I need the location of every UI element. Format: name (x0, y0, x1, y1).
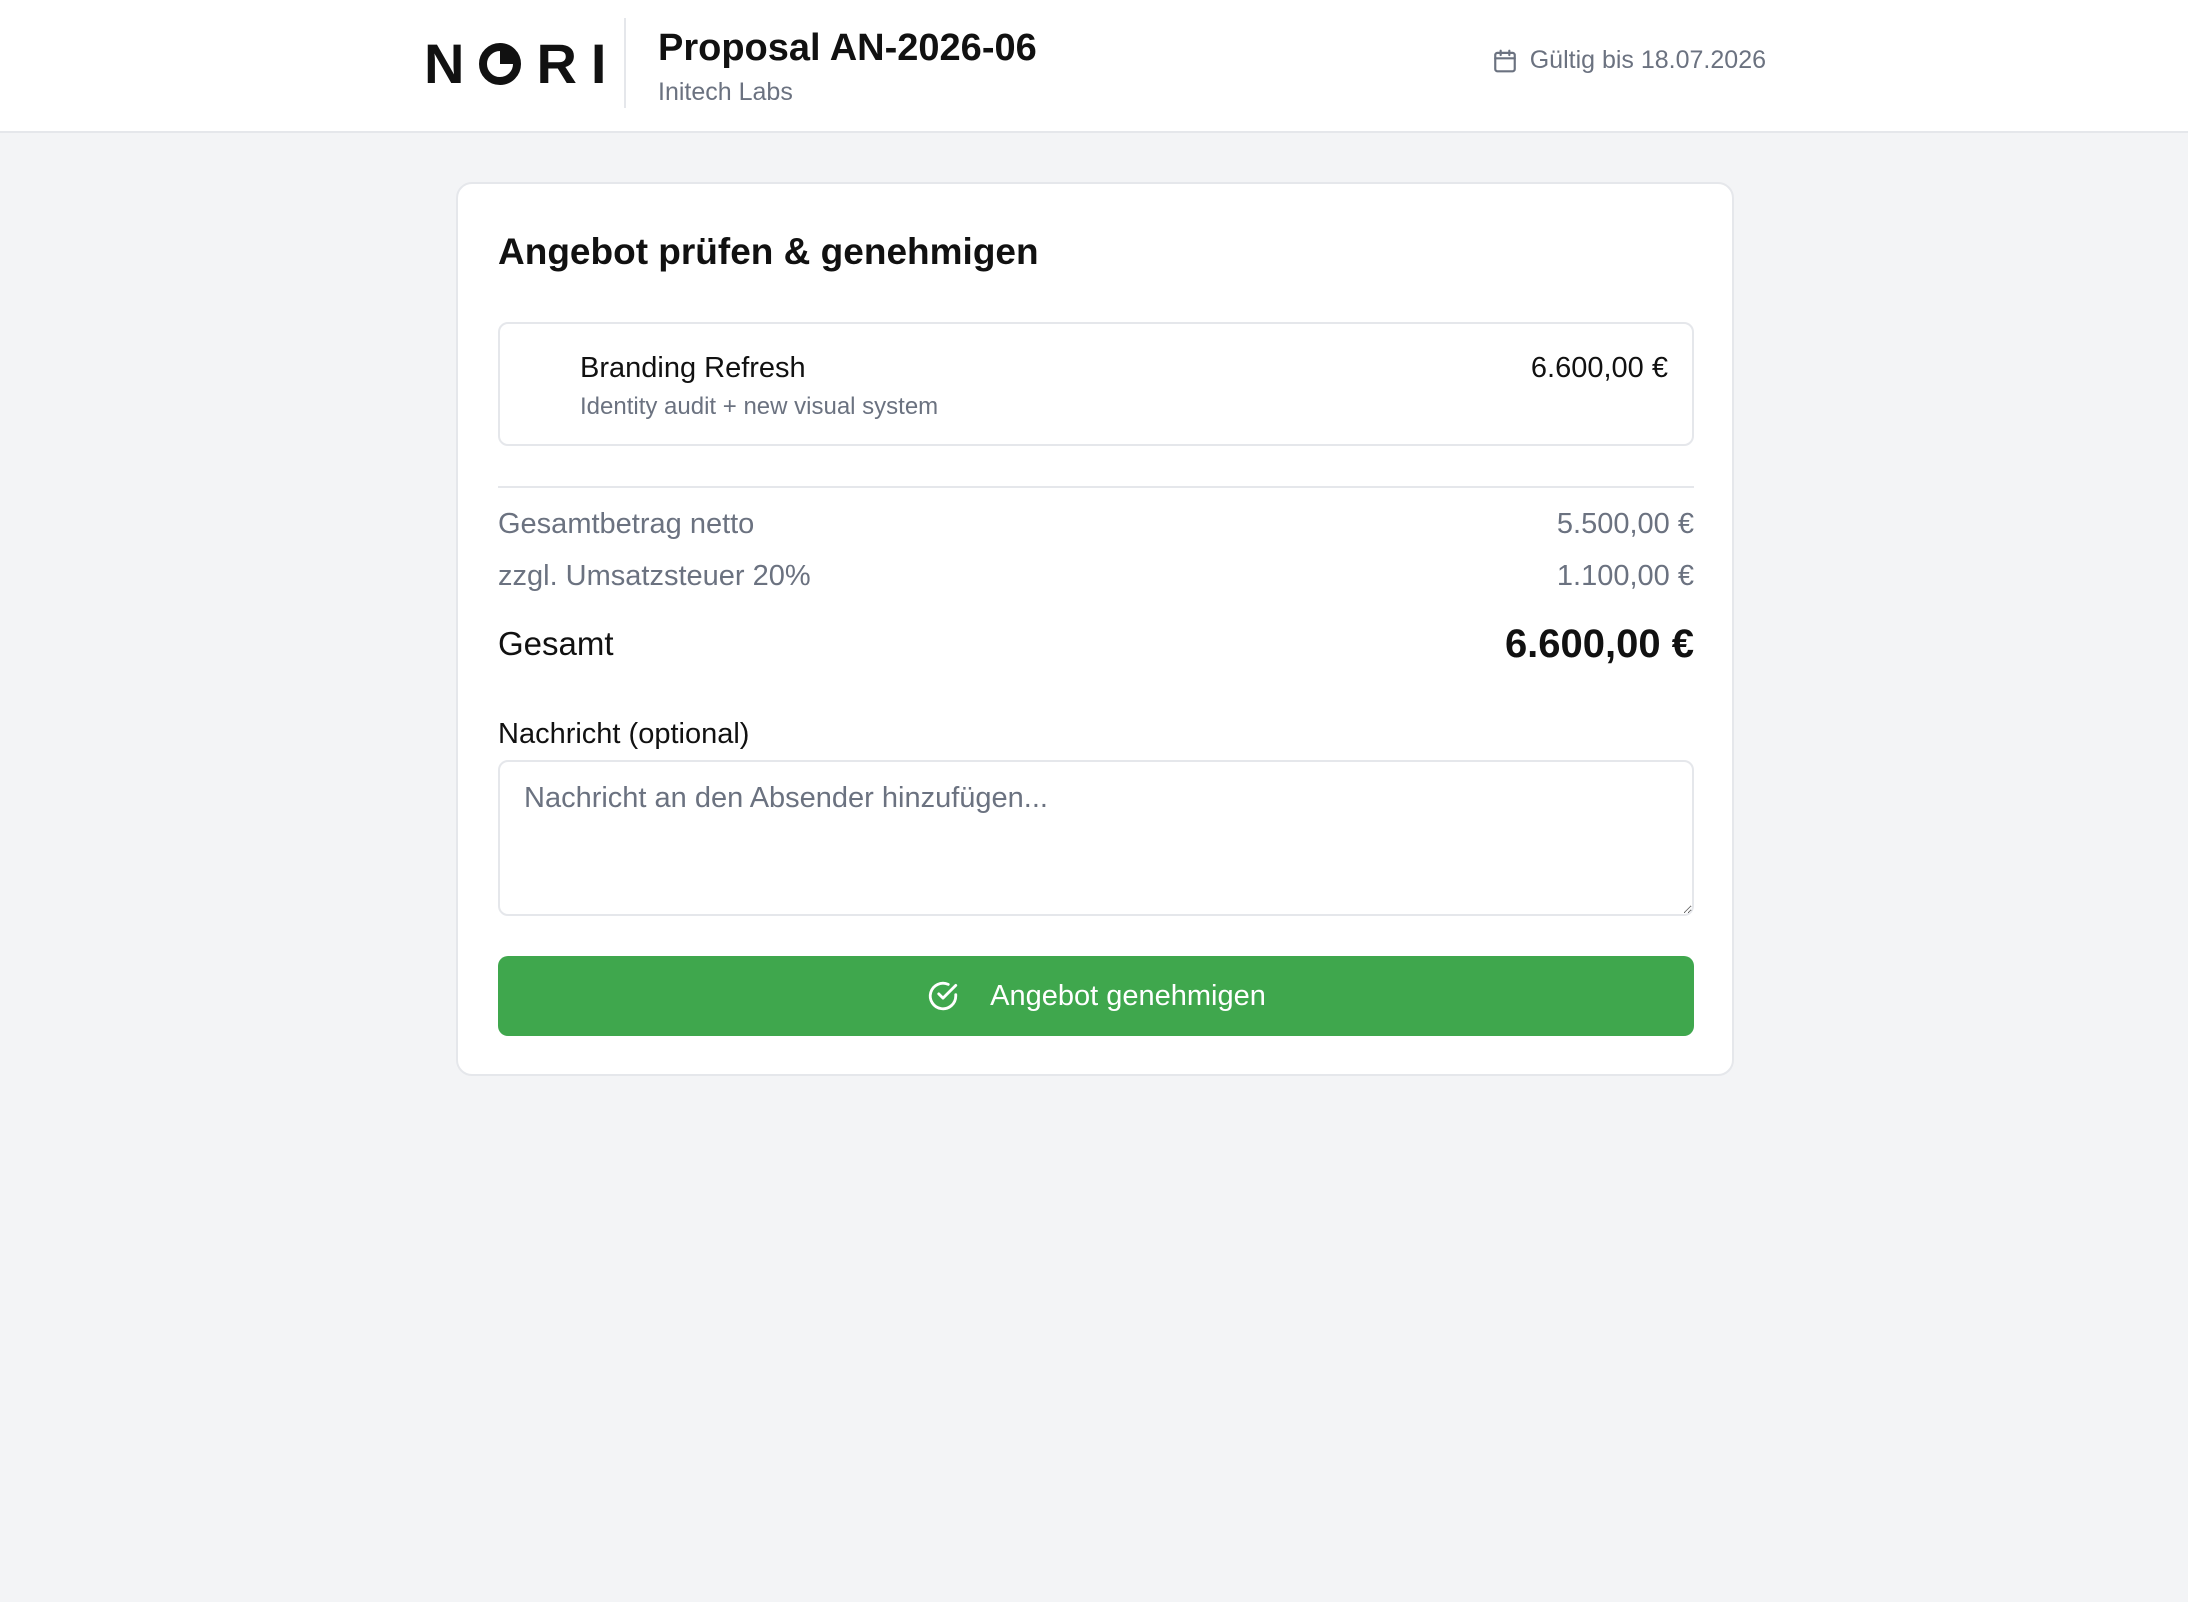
line-item-name: Branding Refresh (580, 352, 806, 384)
tax-value: 1.100,00 € (1556, 559, 1694, 592)
validity-info: Gültig bis 18.07.2026 (1492, 46, 1766, 75)
client-name: Initech Labs (658, 78, 793, 106)
logo-letters-ri: RI (536, 32, 621, 95)
total-label: Gesamt (498, 625, 614, 662)
validity-text: Gültig bis 18.07.2026 (1529, 46, 1766, 74)
page-title: Proposal AN-2026-06 (658, 27, 1037, 69)
approve-button-label: Angebot genehmigen (990, 979, 1266, 1012)
message-input[interactable] (498, 760, 1694, 916)
header-divider (624, 18, 626, 108)
check-circle-icon (926, 979, 960, 1013)
proposal-review-card: Angebot prüfen & genehmigen Branding Ref… (456, 182, 1734, 1076)
tax-label: zzgl. Umsatzsteuer 20% (498, 559, 811, 592)
totals-divider (498, 486, 1694, 488)
logo-mark-icon (478, 42, 522, 86)
line-item-description: Identity audit + new visual system (580, 393, 939, 420)
card-title: Angebot prüfen & genehmigen (498, 231, 1039, 272)
message-label: Nachricht (optional) (498, 718, 750, 750)
subtotal-value: 5.500,00 € (1556, 507, 1694, 540)
total-row: Gesamt 6.600,00 € (498, 620, 1694, 668)
calendar-icon (1492, 48, 1518, 74)
line-item-price: 6.600,00 € (1530, 352, 1668, 384)
tax-row: zzgl. Umsatzsteuer 20% 1.100,00 € (498, 556, 1694, 596)
line-item: Branding Refresh Identity audit + new vi… (498, 322, 1694, 446)
app-header: N RI Proposal AN-2026-06 Initech Labs Gü… (0, 0, 2188, 133)
approve-button[interactable]: Angebot genehmigen (498, 956, 1694, 1036)
logo-letter-n: N (424, 32, 479, 95)
subtotal-row: Gesamtbetrag netto 5.500,00 € (498, 504, 1694, 544)
total-value: 6.600,00 € (1504, 621, 1694, 666)
nori-logo: N RI (424, 36, 620, 92)
subtotal-label: Gesamtbetrag netto (498, 507, 755, 540)
